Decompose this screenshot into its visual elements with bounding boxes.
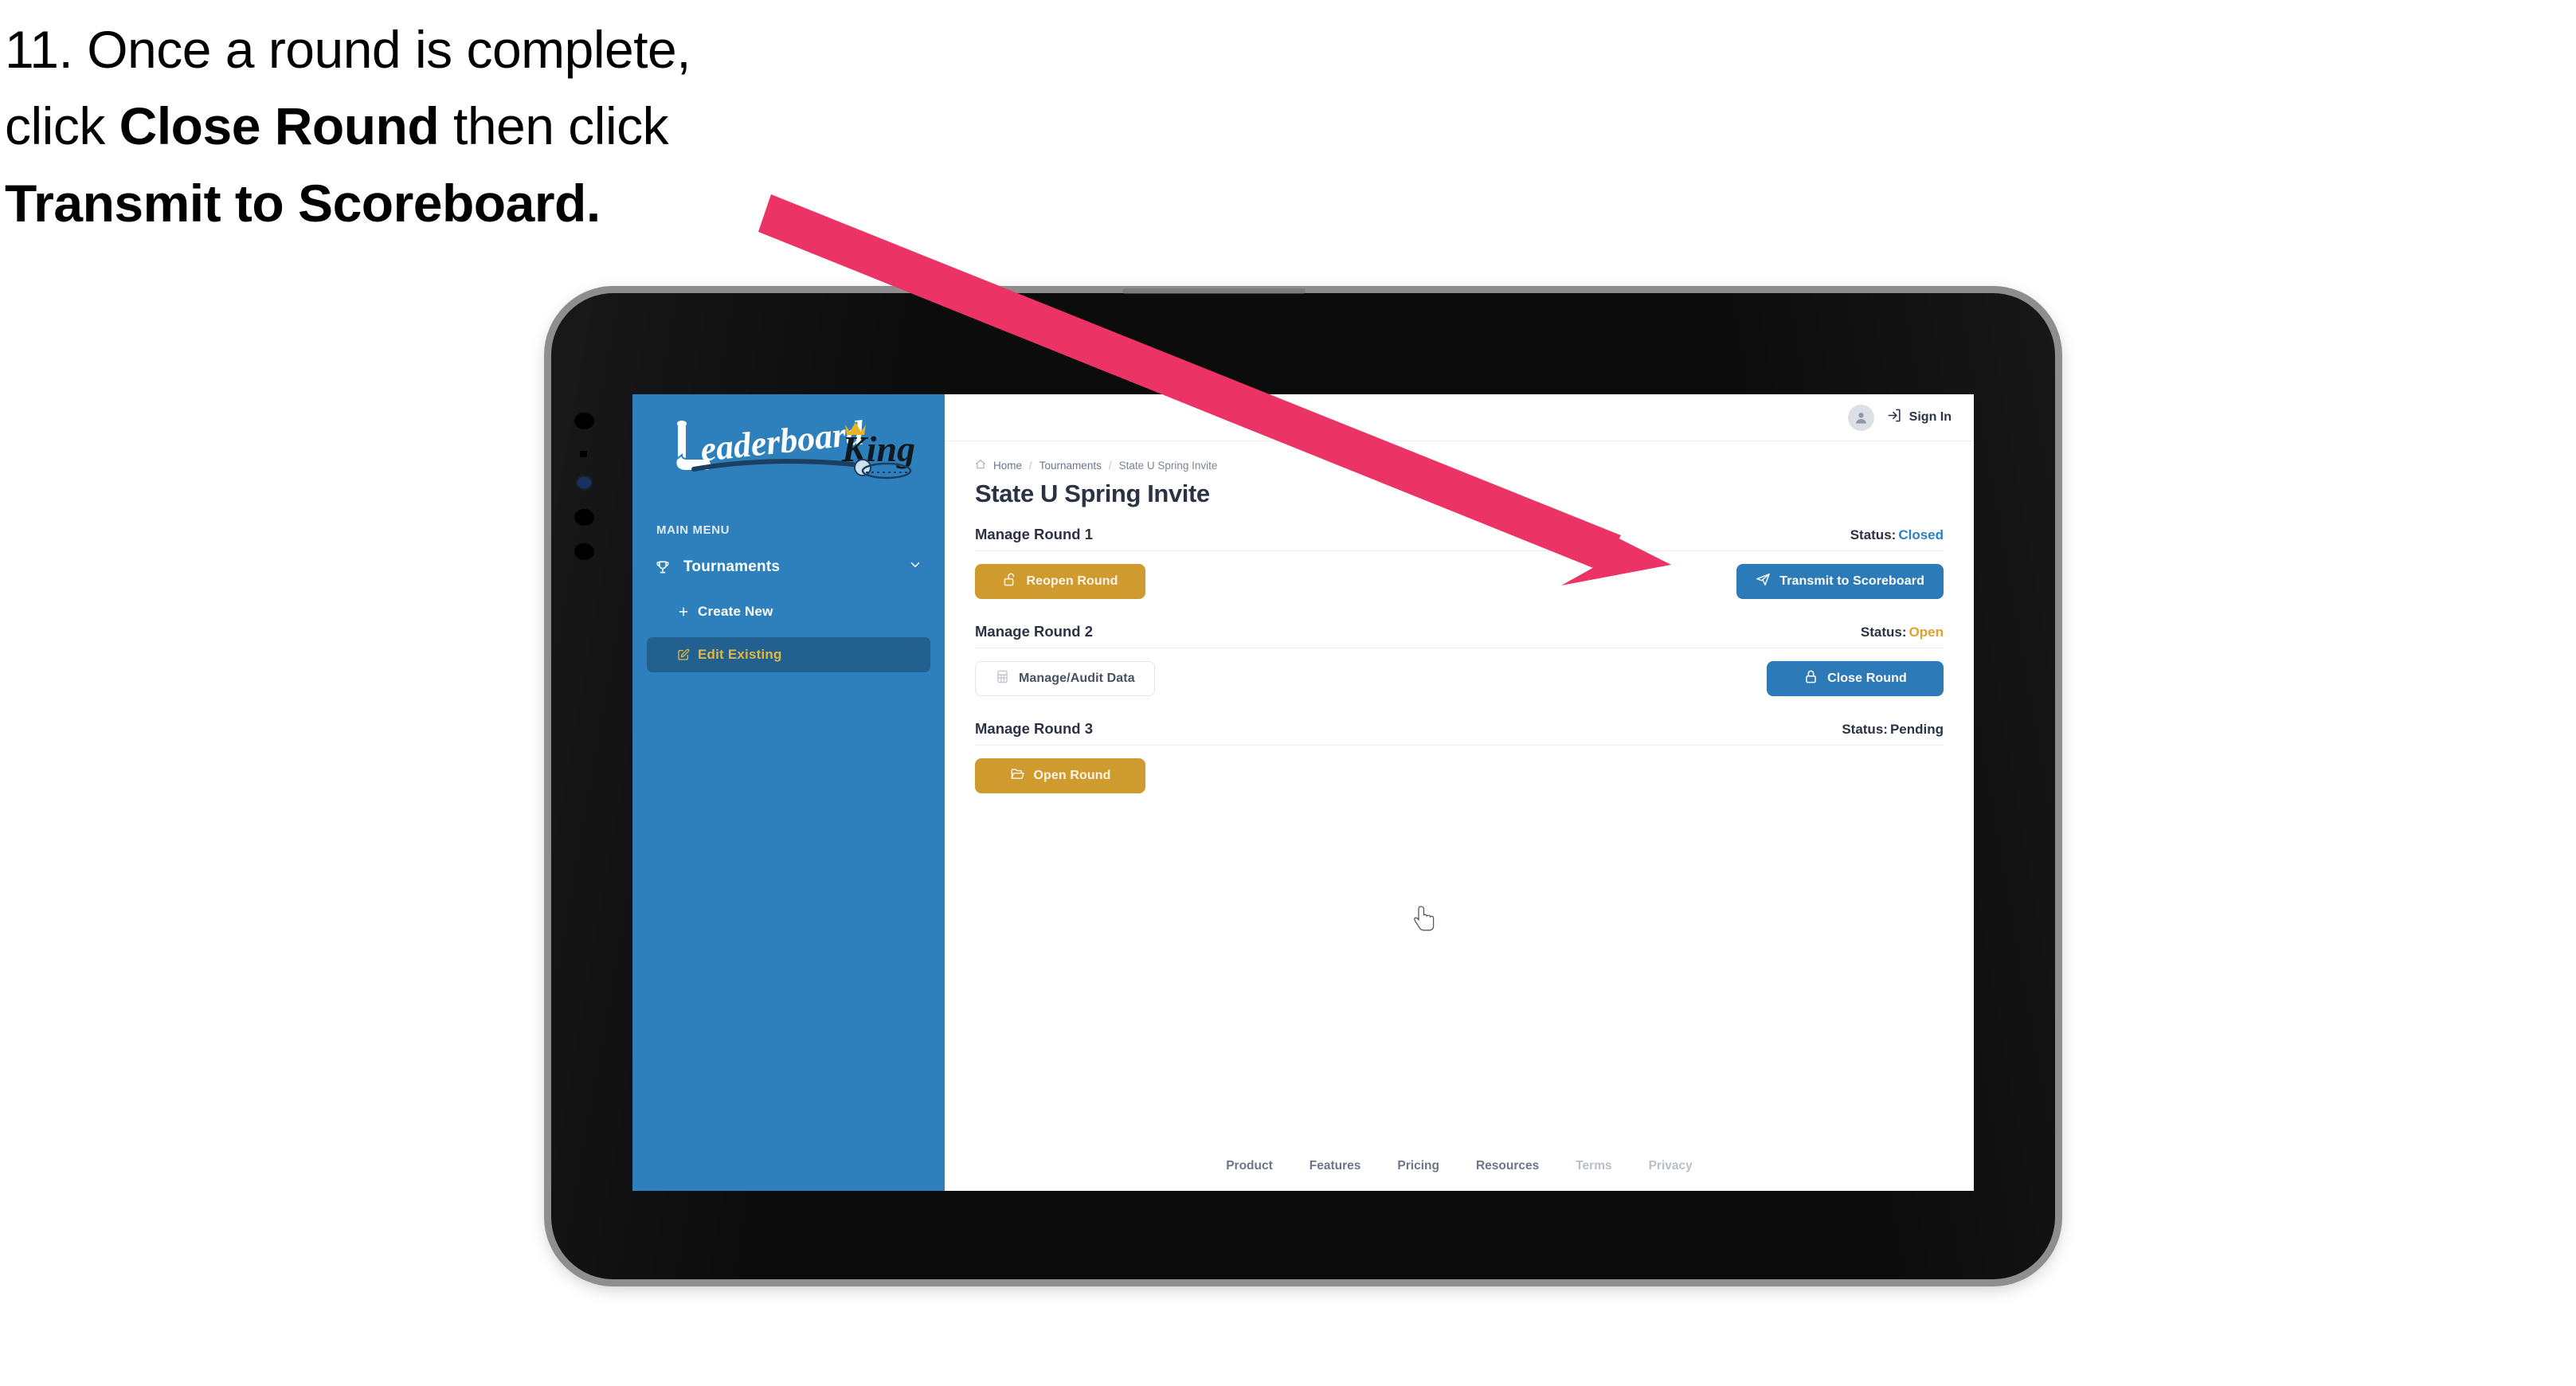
round-3-title: Manage Round 3 (975, 720, 1094, 737)
tablet-sensor-dot (580, 451, 587, 457)
round-3-status-value: Pending (1889, 722, 1944, 737)
open-folder-icon (1010, 766, 1025, 785)
round-1-actions: Reopen Round Transmit to Scoreboard (975, 564, 1944, 599)
caption-line-2: click Close Round then click (5, 88, 849, 164)
tablet-camera-dot-3 (574, 543, 594, 560)
close-round-button[interactable]: Close Round (1767, 661, 1944, 696)
tablet-indicator-led (577, 477, 591, 488)
unlock-icon (1003, 572, 1018, 591)
leaderboard-king-logo-icon: eaderboard King (675, 415, 915, 480)
sidebar-item-tournaments-label: Tournaments (683, 558, 781, 575)
round-2-status-label: Status: (1860, 624, 1907, 640)
plus-icon (677, 605, 698, 618)
app-logo[interactable]: eaderboard King (632, 394, 945, 519)
caption-line-2-pre: click (5, 96, 119, 156)
round-block-2: Manage Round 2 Status: Open Manage/Audit … (975, 623, 1944, 696)
footer-link-pricing[interactable]: Pricing (1397, 1159, 1439, 1173)
page-title: State U Spring Invite (975, 480, 1210, 507)
caption-line-3: Transmit to Scoreboard. (5, 165, 849, 241)
sidebar-item-tournaments[interactable]: Tournaments (632, 548, 945, 586)
lock-icon (1803, 669, 1818, 688)
manage-audit-data-label: Manage/Audit Data (1019, 671, 1135, 685)
sidebar-item-create-new[interactable]: Create New (647, 594, 930, 629)
tablet-camera-dot-2 (574, 509, 594, 526)
round-2-title: Manage Round 2 (975, 623, 1094, 640)
footer-link-resources[interactable]: Resources (1476, 1159, 1539, 1173)
user-avatar-icon[interactable] (1847, 404, 1874, 431)
transmit-to-scoreboard-label: Transmit to Scoreboard (1779, 574, 1924, 588)
round-block-1: Manage Round 1 Status: Closed Reopen Roun… (975, 526, 1944, 599)
open-round-button[interactable]: Open Round (975, 758, 1145, 793)
breadcrumb-item-tournaments[interactable]: Tournaments (1039, 460, 1102, 472)
footer-link-features[interactable]: Features (1310, 1159, 1361, 1173)
app-screen: eaderboard King MAIN MENU Tournaments Cr… (632, 394, 1974, 1191)
open-round-label: Open Round (1033, 769, 1111, 782)
trophy-icon (655, 559, 677, 575)
round-1-status-value: Closed (1898, 527, 1944, 542)
transmit-to-scoreboard-button[interactable]: Transmit to Scoreboard (1736, 564, 1944, 599)
main-area: Sign In Home / Tournaments / State U Spr… (945, 394, 1974, 1191)
caption-line-3-bold: Transmit to Scoreboard. (5, 173, 601, 233)
send-plane-icon (1756, 572, 1771, 591)
sign-in-label: Sign In (1909, 410, 1952, 424)
round-1-header: Manage Round 1 Status: Closed (975, 526, 1944, 551)
footer-link-product[interactable]: Product (1226, 1159, 1273, 1173)
breadcrumb-item-home[interactable]: Home (993, 460, 1022, 472)
footer: Product Features Pricing Resources Terms… (945, 1141, 1974, 1191)
edit-pencil-icon (677, 648, 698, 661)
manage-audit-data-button[interactable]: Manage/Audit Data (975, 661, 1155, 696)
tablet-camera-dot (574, 413, 594, 429)
round-2-header: Manage Round 2 Status: Open (975, 623, 1944, 648)
sidebar-item-edit-existing-label: Edit Existing (698, 647, 782, 662)
chevron-down-icon[interactable] (908, 558, 924, 577)
sign-in-button[interactable]: Sign In (1887, 408, 1952, 427)
round-3-actions: Open Round (975, 758, 1944, 793)
reopen-round-button[interactable]: Reopen Round (975, 564, 1145, 599)
tablet-device: eaderboard King MAIN MENU Tournaments Cr… (551, 288, 2055, 1279)
home-icon[interactable] (975, 459, 986, 472)
breadcrumb-separator-1: / (1029, 460, 1032, 472)
round-1-status: Status: Closed (1850, 527, 1944, 543)
caption-line-2-post: then click (439, 96, 669, 156)
reopen-round-label: Reopen Round (1026, 574, 1118, 588)
table-grid-icon (995, 669, 1010, 688)
sign-in-icon (1887, 408, 1902, 427)
round-3-header: Manage Round 3 Status: Pending (975, 720, 1944, 746)
sidebar-item-create-new-label: Create New (698, 604, 773, 619)
sidebar-section-label: MAIN MENU (656, 523, 730, 537)
round-3-status-label: Status: (1842, 722, 1888, 737)
top-bar: Sign In (945, 394, 1974, 441)
breadcrumb: Home / Tournaments / State U Spring Invi… (975, 459, 1944, 472)
caption-line-1: 11. Once a round is complete, (5, 20, 691, 79)
round-2-actions: Manage/Audit Data Close Round (975, 661, 1944, 696)
tablet-speaker-grille (1122, 288, 1306, 294)
round-2-status-value: Open (1909, 624, 1944, 640)
footer-link-terms[interactable]: Terms (1576, 1159, 1611, 1173)
caption-line-2-bold: Close Round (119, 96, 440, 156)
instruction-caption: 11. Once a round is complete, click Clos… (5, 11, 849, 241)
round-block-3: Manage Round 3 Status: Pending Open Round (975, 720, 1944, 793)
page-content: Home / Tournaments / State U Spring Invi… (945, 441, 1974, 1141)
sidebar: eaderboard King MAIN MENU Tournaments Cr… (632, 394, 945, 1191)
close-round-label: Close Round (1827, 671, 1907, 685)
breadcrumb-separator-2: / (1108, 460, 1112, 472)
round-3-status: Status: Pending (1842, 722, 1944, 738)
round-1-status-label: Status: (1850, 527, 1897, 542)
footer-link-privacy[interactable]: Privacy (1649, 1159, 1693, 1173)
sidebar-item-edit-existing[interactable]: Edit Existing (647, 637, 930, 672)
breadcrumb-item-current: State U Spring Invite (1118, 460, 1218, 472)
round-1-title: Manage Round 1 (975, 526, 1094, 542)
round-2-status: Status: Open (1861, 624, 1944, 640)
